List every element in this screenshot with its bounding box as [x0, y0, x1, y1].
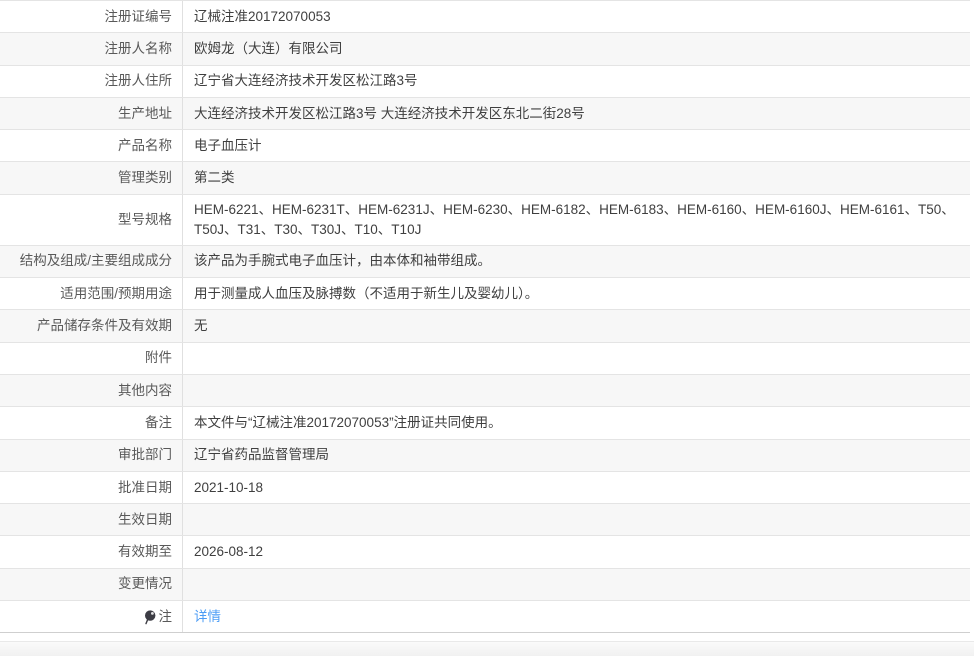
- row-approval-department: 审批部门 辽宁省药品监督管理局: [0, 439, 970, 472]
- row-intended-use: 适用范围/预期用途 用于测量成人血压及脉搏数（不适用于新生儿及婴幼儿）。: [0, 278, 970, 311]
- row-value: 2021-10-18: [194, 479, 264, 495]
- row-label: 其他内容: [0, 374, 183, 407]
- row-value: [183, 386, 970, 396]
- row-label: 备注: [0, 407, 183, 439]
- row-label: 产品名称: [0, 130, 183, 162]
- row-label-text: 注: [158, 608, 173, 624]
- row-value: 该产品为手腕式电子血压计，由本体和袖带组成。: [194, 253, 491, 269]
- row-structure-composition: 结构及组成/主要组成成分 该产品为手腕式电子血压计，由本体和袖带组成。: [0, 245, 970, 279]
- row-label: 生效日期: [0, 504, 183, 536]
- row-label: 有效期至: [0, 536, 183, 568]
- row-remarks: 备注 本文件与“辽械注准20172070053”注册证共同使用。: [0, 407, 970, 440]
- row-value: 2026-08-12: [194, 544, 264, 560]
- row-value: 辽宁省药品监督管理局: [194, 447, 329, 463]
- row-registration-cert-number: 注册证编号 辽械注准20172070053: [0, 1, 970, 34]
- row-product-name: 产品名称 电子血压计: [0, 130, 970, 163]
- row-label: 生产地址: [0, 97, 183, 130]
- row-value: 大连经济技术开发区松江路3号 大连经济技术开发区东北二街28号: [194, 105, 585, 121]
- row-label: 附件: [0, 342, 183, 374]
- row-value: 辽宁省大连经济技术开发区松江路3号: [194, 73, 418, 89]
- registration-detail-table: 注册证编号 辽械注准20172070053 注册人名称 欧姆龙（大连）有限公司 …: [0, 0, 970, 634]
- row-value: [183, 579, 970, 589]
- row-value: 用于测量成人血压及脉搏数（不适用于新生儿及婴幼儿）。: [194, 285, 539, 301]
- row-value: 无: [194, 318, 208, 334]
- row-model-spec: 型号规格 HEM-6221、HEM-6231T、HEM-6231J、HEM-62…: [0, 194, 970, 246]
- row-value: [183, 353, 970, 363]
- row-value: [183, 515, 970, 525]
- row-label: 注册证编号: [0, 1, 183, 33]
- details-link[interactable]: 详情: [194, 609, 221, 624]
- row-management-category: 管理类别 第二类: [0, 162, 970, 195]
- row-label: 批准日期: [0, 471, 183, 504]
- row-label: 结构及组成/主要组成成分: [0, 245, 183, 278]
- row-value: HEM-6221、HEM-6231T、HEM-6231J、HEM-6230、HE…: [194, 201, 955, 237]
- row-registrant-address: 注册人住所 辽宁省大连经济技术开发区松江路3号: [0, 65, 970, 98]
- row-label: 注: [0, 601, 183, 633]
- row-production-address: 生产地址 大连经济技术开发区松江路3号 大连经济技术开发区东北二街28号: [0, 97, 970, 131]
- row-valid-until: 有效期至 2026-08-12: [0, 536, 970, 569]
- row-label: 变更情况: [0, 568, 183, 601]
- row-attachments: 附件: [0, 342, 970, 375]
- row-approval-date: 批准日期 2021-10-18: [0, 471, 970, 505]
- row-value: 详情: [183, 602, 970, 632]
- row-change-status: 变更情况: [0, 568, 970, 602]
- row-value: 本文件与“辽械注准20172070053”注册证共同使用。: [194, 414, 502, 430]
- page-footer-band: [0, 641, 974, 656]
- balloon-note-icon: [144, 610, 156, 625]
- row-label: 型号规格: [0, 194, 183, 245]
- row-label: 产品储存条件及有效期: [0, 310, 183, 342]
- row-label: 适用范围/预期用途: [0, 278, 183, 310]
- row-label: 注册人住所: [0, 65, 183, 97]
- page-bottom-gap: [0, 633, 974, 642]
- row-label: 审批部门: [0, 439, 183, 471]
- row-label: 管理类别: [0, 162, 183, 194]
- row-registrant-name: 注册人名称 欧姆龙（大连）有限公司: [0, 33, 970, 66]
- row-storage-conditions: 产品储存条件及有效期 无: [0, 310, 970, 343]
- row-label: 注册人名称: [0, 33, 183, 65]
- row-value: 电子血压计: [194, 137, 262, 153]
- row-value: 第二类: [194, 170, 235, 186]
- row-value: 辽械注准20172070053: [194, 8, 331, 24]
- row-other-content: 其他内容: [0, 374, 970, 408]
- row-value: 欧姆龙（大连）有限公司: [194, 40, 343, 56]
- row-effective-date: 生效日期: [0, 504, 970, 537]
- row-note: 注 详情: [0, 601, 970, 634]
